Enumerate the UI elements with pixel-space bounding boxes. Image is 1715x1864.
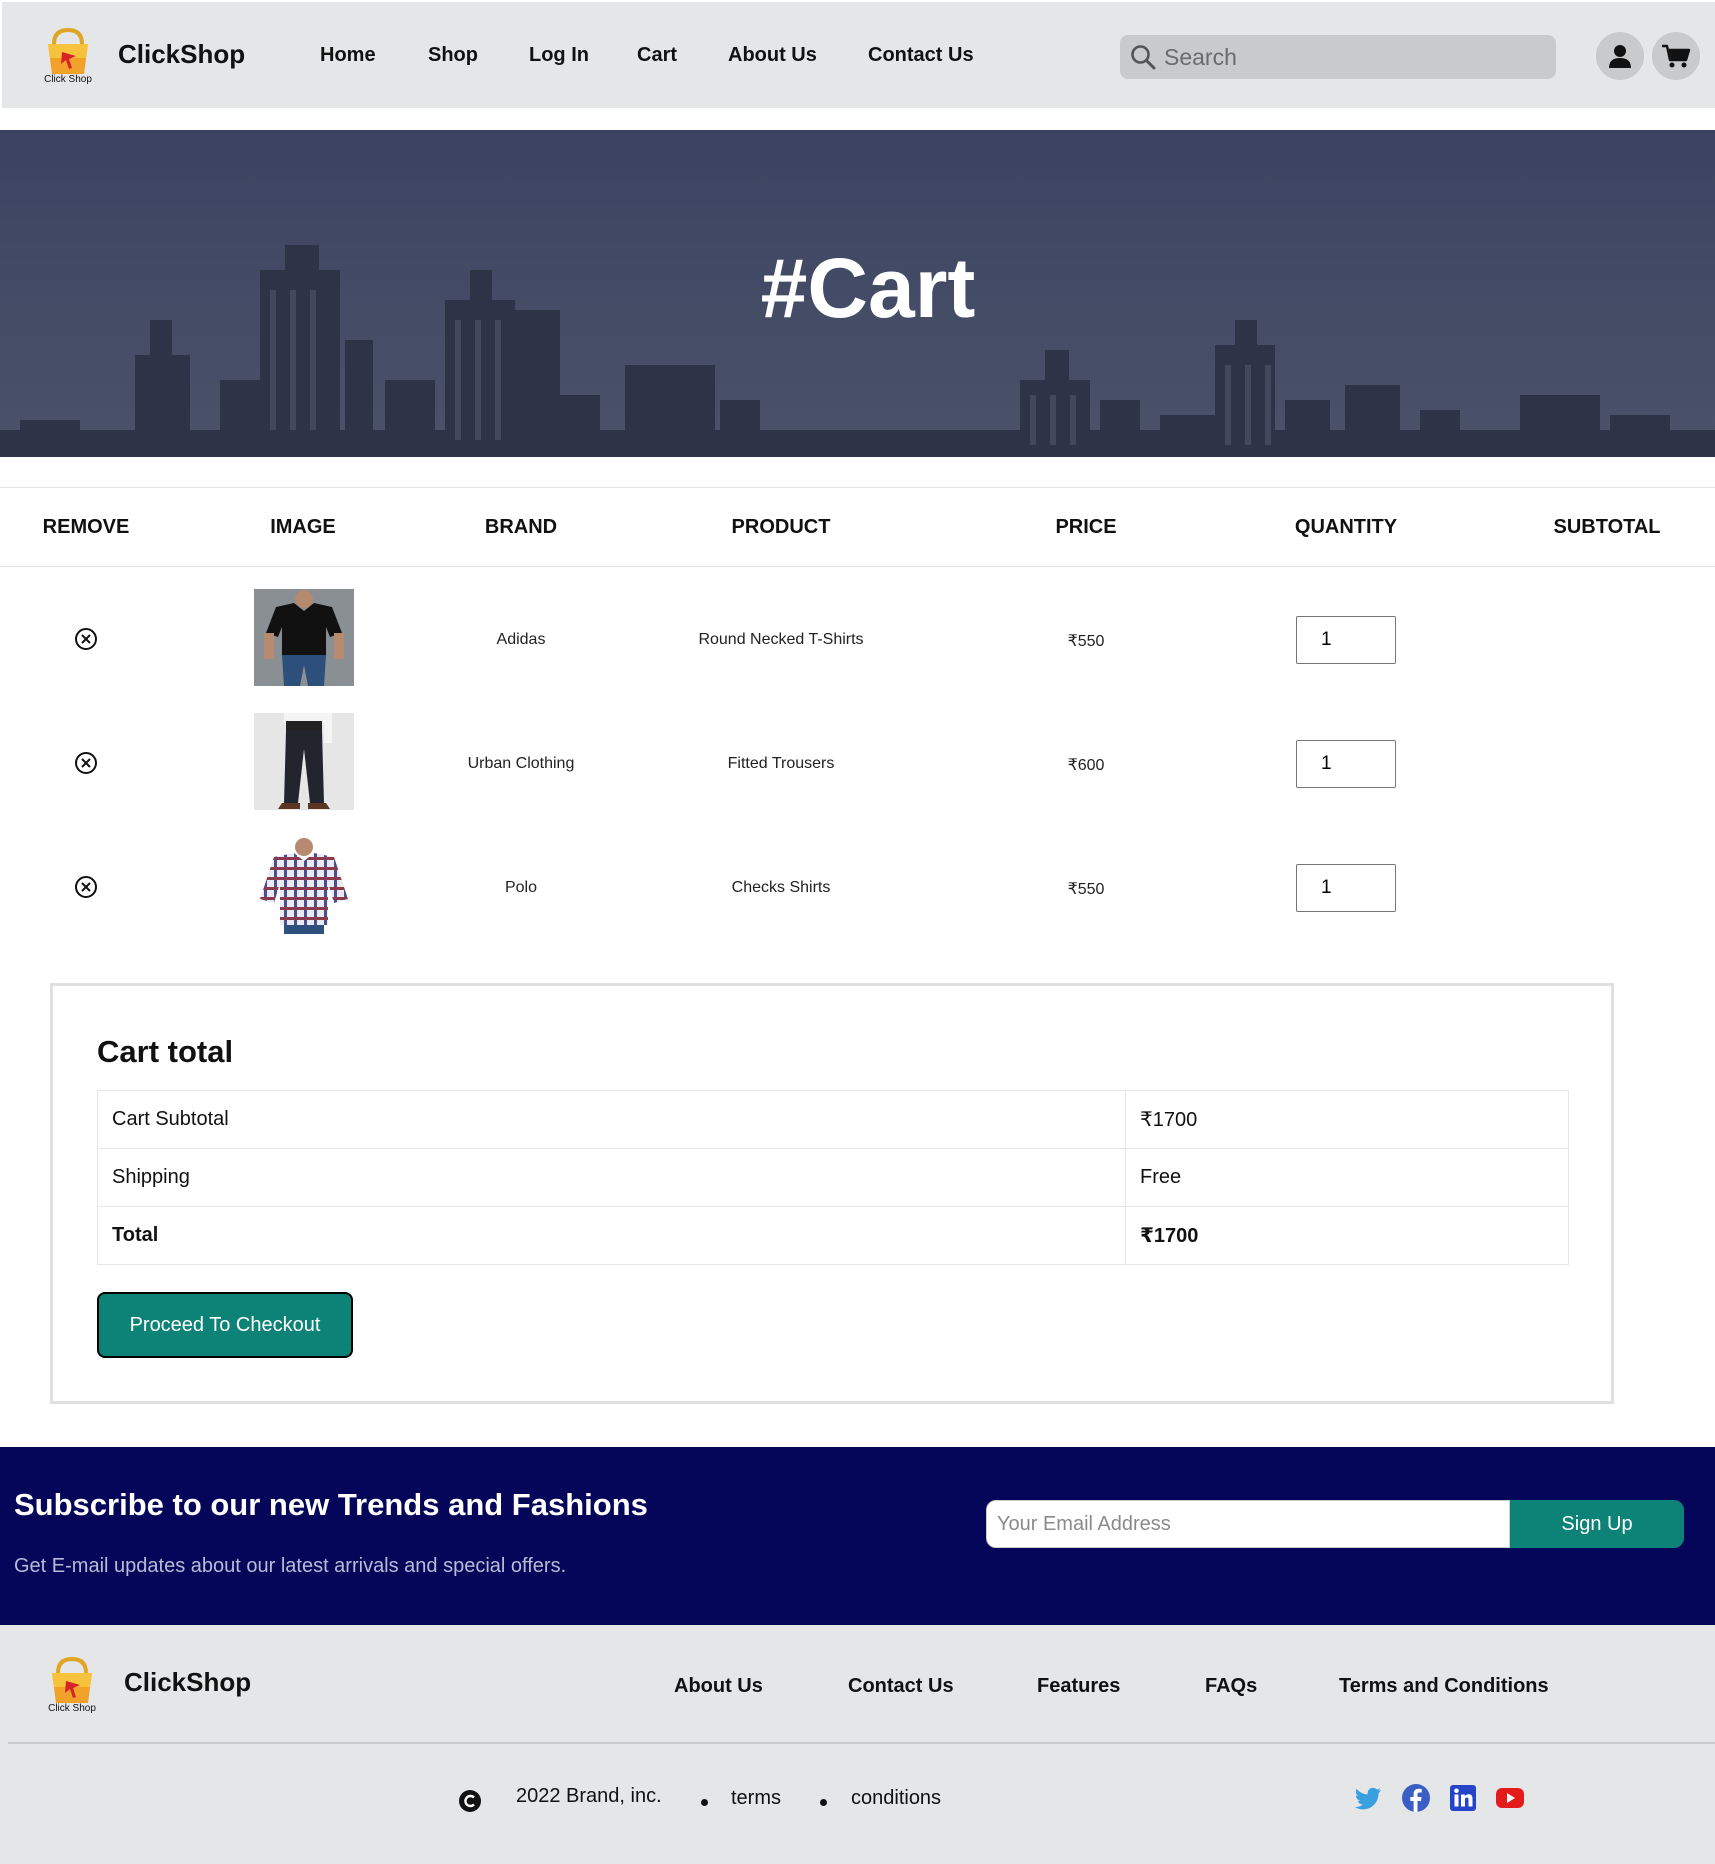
nav-shop[interactable]: Shop: [428, 44, 478, 67]
email-input[interactable]: [986, 1500, 1510, 1548]
subtotal-value: ₹1700: [1125, 1090, 1569, 1149]
brand-name[interactable]: ClickShop: [118, 39, 245, 70]
column-price: PRICE: [1055, 516, 1117, 538]
copyright-text: 2022 Brand, inc.: [516, 1785, 662, 1807]
newsletter-subtitle: Get E-mail updates about our latest arri…: [14, 1555, 567, 1577]
cart-icon: [1662, 44, 1691, 68]
nav-about-us[interactable]: About Us: [728, 44, 817, 67]
footer-link-about-us[interactable]: About Us: [674, 1675, 763, 1698]
shipping-label: Shipping: [97, 1148, 1126, 1207]
facebook-icon[interactable]: [1401, 1783, 1431, 1813]
remove-item-icon[interactable]: [74, 875, 98, 899]
table-row: Urban Clothing Fitted Trousers ₹600: [0, 709, 1715, 819]
nav-home[interactable]: Home: [320, 44, 376, 67]
item-product: Round Necked T-Shirts: [698, 631, 864, 648]
column-subtotal: SUBTOTAL: [1553, 516, 1661, 538]
footer-logo-text: Click Shop: [48, 1703, 96, 1713]
column-remove: REMOVE: [42, 516, 130, 538]
newsletter-section: Subscribe to our new Trends and Fashions…: [0, 1447, 1715, 1625]
user-icon: [1609, 45, 1631, 68]
sign-up-button[interactable]: Sign Up: [1510, 1500, 1684, 1548]
column-image: IMAGE: [270, 516, 336, 538]
column-quantity: QUANTITY: [1294, 516, 1398, 538]
footer-link-contact-us[interactable]: Contact Us: [848, 1675, 954, 1698]
nav-login[interactable]: Log In: [529, 44, 589, 67]
total-value: ₹1700: [1125, 1206, 1569, 1265]
footer-link-features[interactable]: Features: [1037, 1675, 1120, 1698]
table-row: Adidas Round Necked T-Shirts ₹550: [0, 585, 1715, 695]
item-product: Fitted Trousers: [727, 755, 835, 772]
column-brand: BRAND: [484, 516, 558, 538]
total-label: Total: [97, 1206, 1126, 1265]
product-image-trousers: [254, 713, 354, 810]
quantity-input[interactable]: [1296, 864, 1396, 912]
footer: Click Shop ClickShop About Us Contact Us…: [0, 1625, 1715, 1864]
cart-table-header: REMOVE IMAGE BRAND PRODUCT PRICE QUANTIT…: [0, 487, 1715, 567]
nav-contact-us[interactable]: Contact Us: [868, 44, 974, 67]
product-image-tshirt: [254, 589, 354, 686]
item-brand: Urban Clothing: [467, 755, 575, 772]
footer-logo[interactable]: Click Shop: [40, 1651, 104, 1714]
clickshop-logo[interactable]: Click Shop: [36, 22, 100, 85]
top-navbar: Click Shop ClickShop Home Shop Log In Ca…: [2, 2, 1715, 108]
search-icon: [1130, 44, 1156, 75]
subtotal-label: Cart Subtotal: [97, 1090, 1126, 1149]
item-brand: Adidas: [496, 631, 546, 648]
shipping-value: Free: [1125, 1148, 1569, 1207]
footer-link-terms-and-conditions[interactable]: Terms and Conditions: [1339, 1675, 1549, 1698]
product-image-checked-shirt: [254, 837, 354, 934]
quantity-input[interactable]: [1296, 616, 1396, 664]
item-brand: Polo: [504, 879, 538, 896]
conditions-link[interactable]: conditions: [851, 1787, 941, 1810]
proceed-to-checkout-button[interactable]: Proceed To Checkout: [97, 1292, 353, 1358]
total-row: Total ₹1700: [97, 1206, 1569, 1265]
search-input[interactable]: [1164, 35, 1544, 79]
separator-dot: [701, 1799, 708, 1806]
youtube-icon[interactable]: [1495, 1783, 1525, 1813]
separator-dot: [820, 1799, 827, 1806]
footer-link-faqs[interactable]: FAQs: [1205, 1675, 1257, 1698]
nav-cart[interactable]: Cart: [637, 44, 677, 67]
remove-item-icon[interactable]: [74, 627, 98, 651]
remove-item-icon[interactable]: [74, 751, 98, 775]
cart-total-panel: Cart total Cart Subtotal ₹1700 Shipping …: [50, 983, 1614, 1404]
copyright-icon: [459, 1790, 481, 1812]
search-bar: [1120, 35, 1556, 79]
item-price: ₹600: [1067, 757, 1105, 774]
page-title: #Cart: [760, 241, 976, 335]
column-product: PRODUCT: [731, 516, 831, 538]
twitter-icon[interactable]: [1353, 1783, 1383, 1813]
terms-link[interactable]: terms: [731, 1787, 781, 1810]
newsletter-title: Subscribe to our new Trends and Fashions: [14, 1487, 648, 1522]
item-price: ₹550: [1067, 633, 1105, 650]
logo-text: Click Shop: [44, 74, 92, 84]
quantity-input[interactable]: [1296, 740, 1396, 788]
table-row: Polo Checks Shirts ₹550: [0, 833, 1715, 943]
item-product: Checks Shirts: [731, 879, 831, 896]
account-button[interactable]: [1596, 32, 1644, 80]
item-price: ₹550: [1067, 881, 1105, 898]
cart-button[interactable]: [1652, 32, 1700, 80]
footer-brand-name[interactable]: ClickShop: [124, 1667, 251, 1698]
newsletter-form: Sign Up: [986, 1500, 1684, 1548]
cart-total-title: Cart total: [97, 1034, 234, 1069]
linkedin-icon[interactable]: [1448, 1783, 1478, 1813]
cart-total-table: Cart Subtotal ₹1700 Shipping Free Total …: [97, 1090, 1569, 1265]
hero-banner: #Cart: [0, 130, 1715, 457]
footer-divider: [8, 1742, 1715, 1744]
shipping-row: Shipping Free: [97, 1148, 1569, 1207]
subtotal-row: Cart Subtotal ₹1700: [97, 1090, 1569, 1149]
